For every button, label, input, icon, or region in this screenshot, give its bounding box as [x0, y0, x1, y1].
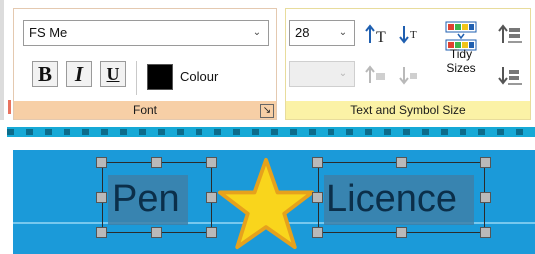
- font-size-value: 28: [295, 25, 310, 40]
- resize-handle[interactable]: [96, 157, 107, 168]
- decrease-symbol-size-icon[interactable]: [399, 65, 423, 85]
- increase-symbol-size-icon[interactable]: [365, 65, 389, 85]
- italic-button[interactable]: I: [66, 61, 92, 87]
- font-group-label: Font: [14, 101, 276, 119]
- font-size-dropdown[interactable]: 28 ⌄: [289, 20, 355, 46]
- page-ruler: [7, 127, 535, 137]
- decrease-text-size-icon[interactable]: T: [399, 23, 423, 45]
- resize-handle[interactable]: [96, 192, 107, 203]
- font-name-dropdown[interactable]: FS Me ⌄: [23, 20, 269, 46]
- resize-handle[interactable]: [151, 227, 162, 238]
- symbol-size-dropdown[interactable]: ⌄: [289, 61, 355, 87]
- increase-both-size-icon[interactable]: [498, 23, 524, 45]
- resize-handle[interactable]: [480, 227, 491, 238]
- ruler-marks: [7, 129, 535, 135]
- resize-handle[interactable]: [151, 157, 162, 168]
- underline-button[interactable]: U: [100, 61, 126, 87]
- text-symbol-size-group: 28 ⌄ ⌄ T T Tidy Sizes Text and Symbol Si…: [285, 8, 531, 120]
- star-icon[interactable]: [218, 156, 314, 252]
- ribbon-edge: [0, 0, 4, 120]
- resize-handle[interactable]: [312, 192, 323, 203]
- tidy-sizes-button[interactable]: Tidy Sizes: [444, 21, 478, 79]
- divider: [136, 61, 137, 95]
- chevron-down-icon: ⌄: [338, 68, 348, 79]
- dialog-launcher-icon[interactable]: ↘: [260, 104, 274, 118]
- ribbon-edge-accent: [8, 100, 11, 114]
- resize-handle[interactable]: [396, 227, 407, 238]
- resize-handle[interactable]: [312, 157, 323, 168]
- resize-handle[interactable]: [480, 157, 491, 168]
- colour-swatch-button[interactable]: [147, 64, 173, 90]
- font-group: FS Me ⌄ B I U Colour Font ↘: [13, 8, 277, 120]
- svg-text:T: T: [376, 29, 386, 45]
- word-licence[interactable]: Licence: [326, 176, 457, 222]
- chevron-down-icon: ⌄: [252, 27, 262, 38]
- size-group-title: Text and Symbol Size: [350, 103, 466, 117]
- word-pen[interactable]: Pen: [112, 176, 180, 222]
- resize-handle[interactable]: [206, 192, 217, 203]
- chevron-down-icon: ⌄: [338, 27, 348, 38]
- size-group-label: Text and Symbol Size: [286, 101, 530, 119]
- resize-handle[interactable]: [396, 157, 407, 168]
- svg-text:T: T: [410, 29, 417, 41]
- colour-label[interactable]: Colour: [180, 69, 218, 84]
- increase-text-size-icon[interactable]: T: [365, 23, 389, 45]
- font-name-value: FS Me: [29, 25, 68, 40]
- bold-button[interactable]: B: [32, 61, 58, 87]
- resize-handle[interactable]: [96, 227, 107, 238]
- tidy-sizes-label: Tidy Sizes: [436, 47, 486, 75]
- font-group-title: Font: [132, 103, 157, 117]
- resize-handle[interactable]: [312, 227, 323, 238]
- ribbon-toolbar: FS Me ⌄ B I U Colour Font ↘ 28 ⌄ ⌄ T T T…: [0, 0, 535, 120]
- resize-handle[interactable]: [480, 192, 491, 203]
- tidy-label-line1: Tidy: [449, 47, 473, 61]
- resize-handle[interactable]: [206, 227, 217, 238]
- tidy-label-line2: Sizes: [446, 61, 476, 75]
- resize-handle[interactable]: [206, 157, 217, 168]
- decrease-both-size-icon[interactable]: [498, 65, 524, 87]
- document-canvas: Pen Licence: [0, 120, 535, 254]
